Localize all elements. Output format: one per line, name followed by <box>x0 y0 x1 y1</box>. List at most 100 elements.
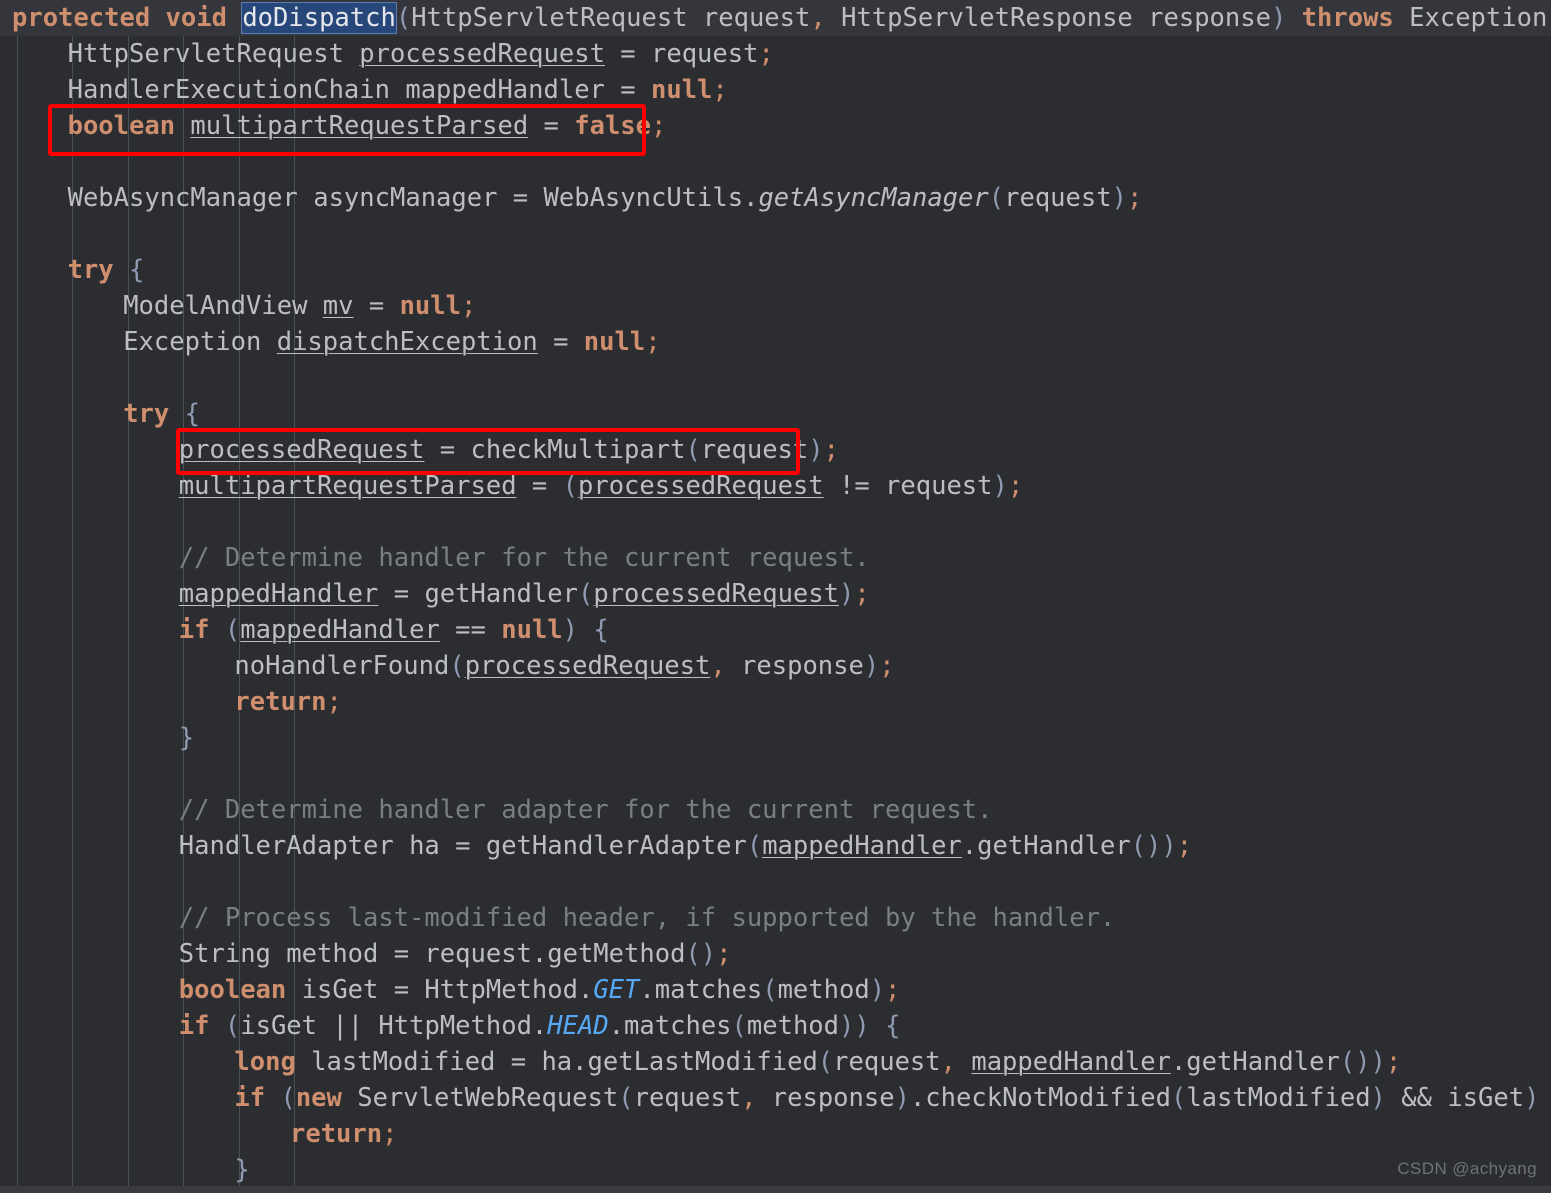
code-line[interactable]: multipartRequestParsed = (processedReque… <box>0 468 1551 504</box>
code-token: isGet = HttpMethod. <box>286 975 594 1005</box>
code-token: { <box>129 255 145 285</box>
code-token: mv <box>322 291 354 321</box>
code-line[interactable]: HttpServletRequest processedRequest = re… <box>0 36 1551 72</box>
code-token: mappedHandler <box>240 615 440 645</box>
code-token: void <box>165 3 227 33</box>
code-token: String method = request.getMethod <box>178 939 686 969</box>
code-token: // Process last-modified header, if supp… <box>178 903 1116 933</box>
code-line[interactable]: // Determine handler for the current req… <box>0 540 1551 576</box>
code-line[interactable]: return; <box>0 684 1551 720</box>
code-token: ( <box>577 579 594 609</box>
code-token: ) <box>562 615 579 645</box>
code-token: lastModified = ha.getLastModified <box>295 1047 818 1077</box>
code-token: doDispatch <box>241 2 397 34</box>
code-line[interactable]: if (new ServletWebRequest(request, respo… <box>0 1080 1551 1116</box>
code-token: multipartRequestParsed <box>190 111 529 141</box>
code-token: try <box>67 255 114 285</box>
code-line[interactable]: return; <box>0 1116 1551 1152</box>
code-token: ; <box>382 1119 398 1149</box>
code-token: ServletWebRequest <box>341 1083 619 1113</box>
code-line[interactable]: ModelAndView mv = null; <box>0 288 1551 324</box>
code-token: () <box>1130 831 1162 861</box>
code-token: return <box>234 687 327 717</box>
code-line[interactable]: processedRequest = checkMultipart(reques… <box>0 432 1551 468</box>
code-token: ) <box>1370 1083 1386 1113</box>
code-token: ) <box>838 579 855 609</box>
code-token: mappedHandler <box>971 1047 1171 1077</box>
code-line[interactable]: boolean isGet = HttpMethod.GET.matches(m… <box>0 972 1551 1008</box>
code-token: ( <box>685 435 701 465</box>
code-token: ; <box>758 39 774 69</box>
code-line[interactable] <box>0 360 1551 396</box>
code-token: = <box>528 111 575 141</box>
code-line[interactable]: long lastModified = ha.getLastModified(r… <box>0 1044 1551 1080</box>
code-line[interactable] <box>0 144 1551 180</box>
code-line[interactable]: HandlerExecutionChain mappedHandler = nu… <box>0 72 1551 108</box>
code-token: ) <box>1370 1047 1386 1077</box>
code-line[interactable] <box>0 864 1551 900</box>
code-token: .getHandler <box>961 831 1131 861</box>
code-token: ) <box>894 1083 910 1113</box>
code-line[interactable]: // Determine handler adapter for the cur… <box>0 792 1551 828</box>
code-line[interactable]: } <box>0 720 1551 756</box>
code-token: request <box>633 1083 742 1113</box>
code-token: != request <box>823 471 993 501</box>
code-token: { <box>184 399 200 429</box>
code-token: HttpServletResponse response <box>825 3 1271 33</box>
code-line[interactable]: String method = request.getMethod(); <box>0 936 1551 972</box>
code-line[interactable]: Exception dispatchException = null; <box>0 324 1551 360</box>
code-token: ) <box>808 435 824 465</box>
code-line[interactable] <box>0 756 1551 792</box>
code-token: ) <box>992 471 1008 501</box>
code-token: , <box>810 3 826 33</box>
code-viewport[interactable]: protected void doDispatch(HttpServletReq… <box>0 0 1551 1188</box>
code-line[interactable]: if (mappedHandler == null) { <box>0 612 1551 648</box>
code-line[interactable]: } <box>0 1152 1551 1188</box>
code-line[interactable] <box>0 216 1551 252</box>
code-token: null <box>501 615 563 645</box>
code-token: noHandlerFound <box>234 651 450 681</box>
code-token: boolean <box>178 975 287 1005</box>
code-line[interactable]: mappedHandler = getHandler(processedRequ… <box>0 576 1551 612</box>
code-line[interactable]: noHandlerFound(processedRequest, respons… <box>0 648 1551 684</box>
code-line[interactable]: HandlerAdapter ha = getHandlerAdapter(ma… <box>0 828 1551 864</box>
code-token: HEAD <box>547 1011 609 1041</box>
code-token: ) <box>1161 831 1177 861</box>
code-token: new <box>295 1083 342 1113</box>
code-line[interactable] <box>0 504 1551 540</box>
code-token: Exception <box>1393 3 1551 33</box>
code-line[interactable]: try { <box>0 252 1551 288</box>
code-token: HttpServletRequest <box>67 39 360 69</box>
code-token: ( <box>746 831 763 861</box>
code-line[interactable]: try { <box>0 396 1551 432</box>
code-line[interactable]: if (isGet || HttpMethod.HEAD.matches(met… <box>0 1008 1551 1044</box>
code-line[interactable]: WebAsyncManager asyncManager = WebAsyncU… <box>0 180 1551 216</box>
code-line[interactable]: protected void doDispatch(HttpServletReq… <box>0 0 1551 36</box>
code-token: false <box>574 111 652 141</box>
code-token: ) <box>1270 3 1287 33</box>
code-token: == <box>439 615 502 645</box>
code-token: if <box>178 1011 210 1041</box>
code-token: ( <box>224 1011 241 1041</box>
code-token: ; <box>879 651 895 681</box>
code-token: ( <box>1170 1083 1187 1113</box>
code-token: ; <box>712 75 728 105</box>
code-token: ( <box>280 1083 296 1113</box>
code-token: GET <box>593 975 640 1005</box>
code-line[interactable]: boolean multipartRequestParsed = false; <box>0 108 1551 144</box>
code-token: long <box>234 1047 296 1077</box>
code-token: request <box>833 1047 941 1077</box>
code-token: () <box>685 939 717 969</box>
code-token: getAsyncManager <box>758 183 989 213</box>
code-token: processedRequest <box>178 435 425 465</box>
code-line[interactable]: // Process last-modified header, if supp… <box>0 900 1551 936</box>
